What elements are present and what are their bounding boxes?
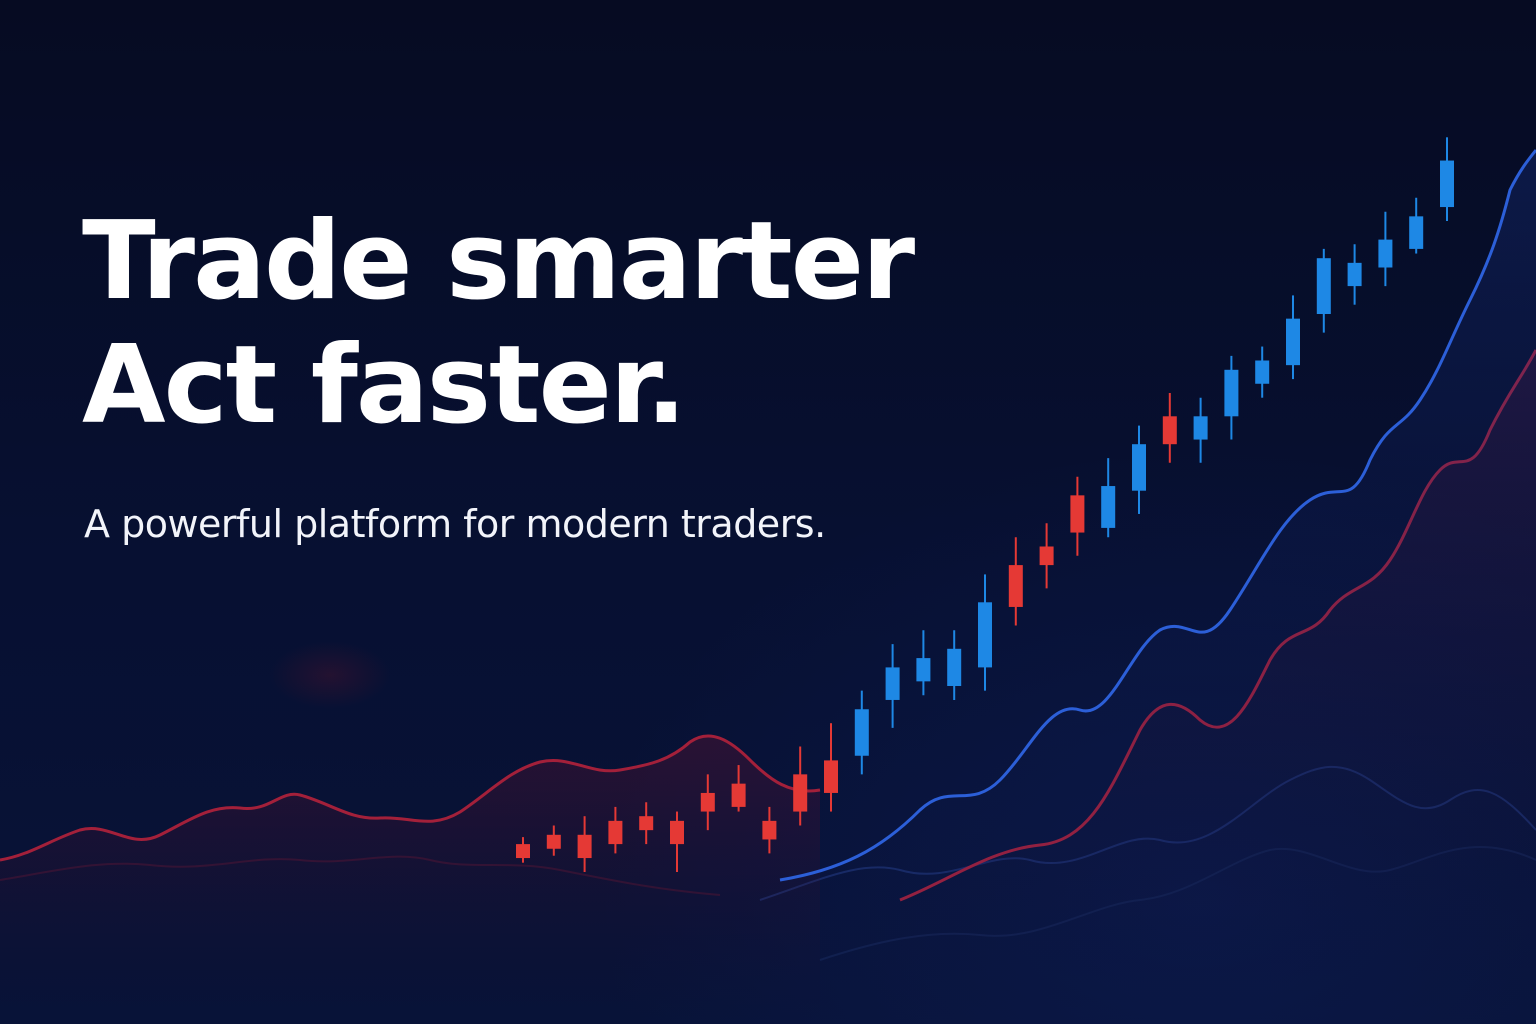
candle-body (1255, 360, 1270, 384)
candle-body (639, 816, 654, 831)
candle-body (1316, 258, 1331, 314)
candlestick (1101, 458, 1116, 538)
candlestick (824, 723, 838, 812)
candlestick (947, 630, 962, 700)
candle-body (1162, 416, 1177, 445)
candlestick (1132, 425, 1146, 514)
candle-body (516, 844, 530, 859)
candle-body (1193, 416, 1208, 440)
candle-body (546, 834, 561, 849)
candlestick (1193, 397, 1208, 463)
candle-body (947, 648, 962, 686)
candlestick (916, 630, 931, 696)
candlestick (1378, 211, 1393, 287)
candle-body (1286, 318, 1300, 366)
candle-body (793, 774, 808, 812)
headline: Trade smarter Act faster. (82, 199, 915, 448)
candle-body (1132, 444, 1146, 491)
candle-body (1347, 262, 1362, 287)
candle-body (700, 792, 715, 812)
candle-body (824, 760, 838, 793)
candlestick (854, 690, 869, 775)
candle-body (916, 658, 931, 682)
candle-body (731, 783, 746, 807)
tagline: A powerful platform for modern traders. (84, 502, 826, 546)
candlestick (1008, 537, 1023, 626)
candlestick (978, 574, 992, 691)
red-trend-area (0, 735, 820, 1024)
hero-banner: Trade smarter Act faster. A powerful pla… (0, 0, 1536, 1024)
candlestick (1039, 523, 1054, 589)
candlestick (1070, 476, 1085, 556)
candle-body (1101, 486, 1116, 528)
candlestick (1316, 248, 1331, 333)
candlestick (1440, 137, 1454, 221)
candlestick (1347, 244, 1362, 305)
candle-body (978, 602, 992, 668)
candle-body (670, 820, 684, 845)
candlestick (1162, 393, 1177, 463)
candle-body (885, 667, 900, 700)
candle-body (577, 834, 592, 859)
headline-line-2: Act faster. (82, 323, 687, 448)
candle-body (1039, 546, 1054, 566)
headline-line-1: Trade smarter (82, 199, 915, 324)
candle-body (1224, 369, 1239, 417)
candle-body (1440, 160, 1454, 208)
candle-body (1409, 216, 1424, 249)
candlestick (1286, 295, 1300, 380)
candle-body (762, 820, 777, 840)
candlestick (1224, 355, 1239, 440)
candle-body (854, 709, 869, 756)
candle-body (1008, 565, 1023, 607)
candlestick (885, 644, 900, 728)
candlestick (1255, 346, 1270, 398)
candle-body (608, 820, 623, 845)
candle-body (1378, 239, 1393, 268)
candlestick (1409, 197, 1424, 254)
candle-body (1070, 495, 1085, 533)
